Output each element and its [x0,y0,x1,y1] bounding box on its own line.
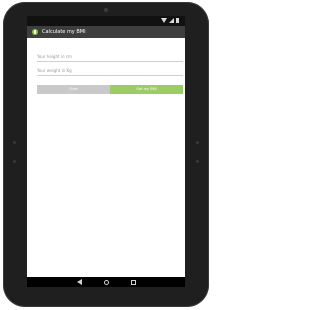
app-bar: Calculate my BMI [27,26,185,38]
app-logo-icon [32,29,38,35]
speaker-dot-right-2 [196,160,199,163]
wifi-icon [161,18,167,23]
calculate-bmi-button[interactable]: Get my BMI [110,85,183,94]
speaker-dot-left-2 [13,160,16,163]
height-input[interactable] [37,51,183,62]
speaker-dot-right [196,141,199,144]
weight-input[interactable] [37,65,183,76]
battery-icon [176,18,179,23]
app-title: Calculate my BMI [42,29,86,35]
front-camera [104,8,108,12]
recents-icon[interactable] [130,279,136,285]
signal-icon [169,18,174,23]
back-icon[interactable] [76,279,82,285]
home-icon[interactable] [103,279,109,285]
speaker-dot-left [13,141,16,144]
navigation-bar [27,277,185,287]
clear-button[interactable]: Clear [37,85,110,94]
tablet-device-frame: Calculate my BMI Clear Get my BMI [3,2,209,307]
status-bar [27,16,185,26]
device-screen: Calculate my BMI Clear Get my BMI [27,16,185,287]
status-icons [161,18,181,23]
